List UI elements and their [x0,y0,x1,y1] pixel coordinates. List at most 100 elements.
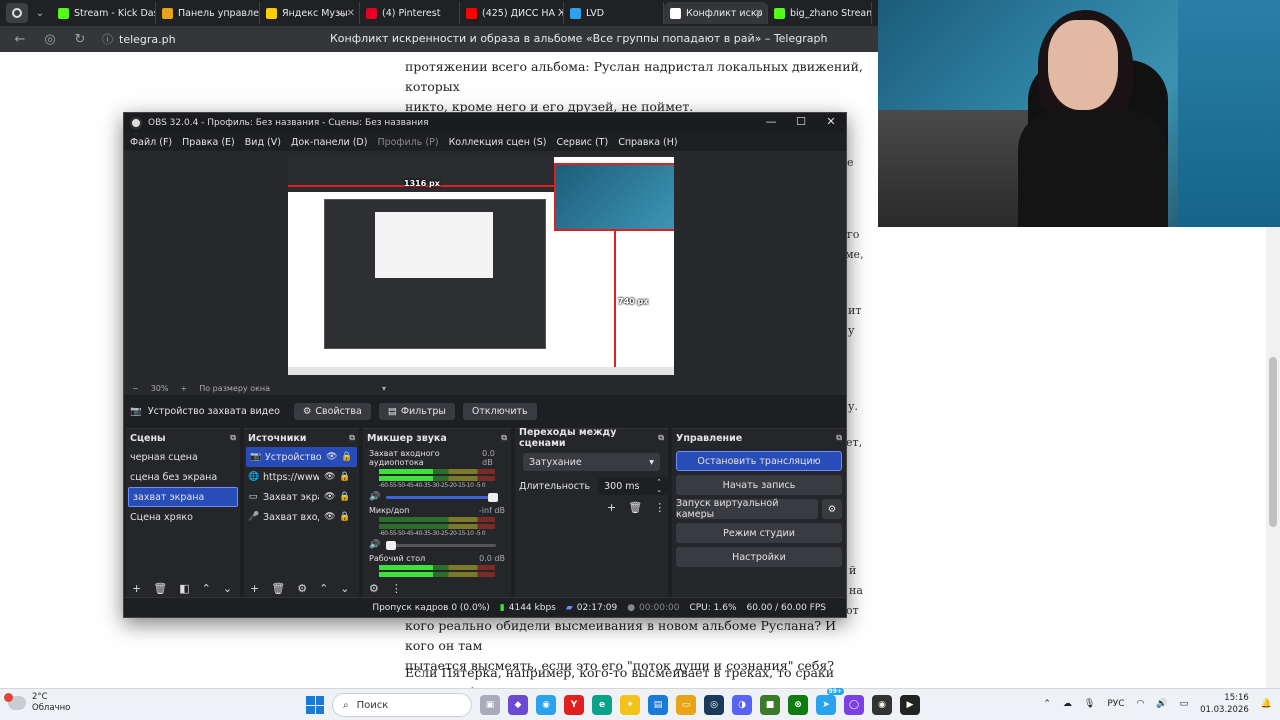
virtual-cam-button[interactable]: Запуск виртуальной камеры [676,498,818,520]
volume-slider[interactable] [386,492,499,502]
trash-icon[interactable]: 🗑 [628,501,642,514]
eye-icon[interactable]: 👁 [326,452,337,462]
fit-mode[interactable]: По размеру окна [199,384,270,393]
trash-icon[interactable]: 🗑 [271,582,285,595]
zoom-in-button[interactable]: + [180,384,187,393]
undock-icon[interactable]: ⧉ [501,433,507,443]
media-player-icon[interactable]: ▶ [900,695,920,715]
app-icon[interactable]: ◯ [844,695,864,715]
scene-item[interactable]: захват экрана [128,487,238,507]
scene-item[interactable]: Сцена хряко [126,507,240,527]
cloud-tray-icon[interactable]: ☁ [1063,699,1072,709]
add-icon[interactable]: + [607,501,616,514]
browser-tab[interactable]: Конфликт искр ✕ [664,2,768,24]
reload-icon[interactable]: ↻ [72,32,88,47]
browser-tab[interactable]: (425) ДИСС НА Ж [460,2,564,24]
eye-icon[interactable]: 👁 [324,492,335,502]
disable-button[interactable]: Отключить [462,402,537,420]
scrollbar-thumb[interactable] [1269,357,1277,527]
obs-menu-item[interactable]: Коллекция сцен (S) [449,137,547,148]
obs-titlebar[interactable]: OBS 32.0.4 - Профиль: Без названия - Сце… [124,113,846,133]
move-up-icon[interactable]: ⌃ [319,582,328,595]
volume-slider[interactable] [386,540,497,550]
move-down-icon[interactable]: ⌄ [340,582,349,595]
taskbar-search[interactable]: ⌕ Поиск [332,693,472,717]
microphone-icon[interactable]: 🎙 [1084,699,1095,709]
undock-icon[interactable]: ⧉ [230,433,236,443]
page-scrollbar[interactable] [1266,227,1280,688]
duration-input[interactable]: 300 ms ⌃ ⌄ [598,477,668,495]
obs-preview[interactable]: 1316 px 740 px [124,151,846,385]
tab-audio-icon[interactable]: ◂) [338,9,345,18]
volume-icon[interactable]: 🔊 [1156,699,1167,709]
shield-icon[interactable]: ◎ [42,32,58,47]
discord-icon[interactable]: ◑ [732,695,752,715]
properties-button[interactable]: ⚙ Свойства [293,402,371,420]
back-arrow-icon[interactable]: ← [12,32,28,47]
obs-menu-item[interactable]: Сервис (T) [556,137,608,148]
browser-tab[interactable]: Панель управлен [156,2,260,24]
lock-icon[interactable]: 🔒 [339,492,350,502]
app-icon[interactable]: ✦ [620,695,640,715]
speaker-icon[interactable]: 🔊 [369,540,380,550]
canvas-webcam-source[interactable] [554,163,674,231]
undock-icon[interactable]: ⧉ [836,433,842,443]
browser-tab[interactable]: LVD [564,2,664,24]
gear-icon[interactable]: ⚙ [297,582,307,595]
stepper-icon[interactable]: ⌃ ⌄ [656,478,662,494]
slider-knob[interactable] [488,492,499,502]
undock-icon[interactable]: ⧉ [658,433,664,443]
store-icon[interactable]: ▤ [648,695,668,715]
mixer-settings-icon[interactable]: ⚙ [369,582,379,595]
preview-canvas[interactable]: 1316 px 740 px [288,157,674,375]
steam-icon[interactable]: ◎ [704,695,724,715]
eye-icon[interactable]: 👁 [324,472,335,482]
folder-icon[interactable]: ▭ [676,695,696,715]
obs-menu-item[interactable]: Справка (H) [618,137,677,148]
chat-icon[interactable]: ◉ [536,695,556,715]
slider-knob[interactable] [386,540,397,550]
windows-start-icon[interactable] [306,696,324,714]
scene-item[interactable]: сцена без экрана [126,467,240,487]
filters-button[interactable]: ▤ Фильтры [378,402,455,420]
move-down-icon[interactable]: ⌄ [223,582,232,595]
virtual-cam-gear-icon[interactable]: ⚙ [822,499,842,519]
scene-item[interactable]: черная сцена [126,447,240,467]
studio-mode-button[interactable]: Режим студии [676,523,842,543]
site-url[interactable]: ⓘ telegra.ph [102,31,176,47]
source-item[interactable]: ▭ Захват экран 👁 🔒 [244,487,359,507]
add-icon[interactable]: + [132,582,141,595]
source-item[interactable]: 🌐https://www.c 👁 🔒 [244,467,359,487]
undock-icon[interactable]: ⧉ [349,433,355,443]
fit-dropdown-icon[interactable]: ▾ [382,384,386,393]
start-record-button[interactable]: Начать запись [676,475,842,495]
tab-close-icon[interactable]: ✕ [347,8,355,19]
maximize-icon[interactable]: ☐ [786,115,816,128]
telegram-icon[interactable]: ➤ 99+ [816,688,844,715]
app-icon[interactable]: ◆ [508,695,528,715]
obs-menu-item[interactable]: Правка (E) [182,137,235,148]
browser-tab[interactable]: big_zhano Stream [768,2,872,24]
lock-icon[interactable]: 🔒 [339,512,350,522]
menu-icon[interactable]: ⋮ [654,501,665,514]
minimize-icon[interactable]: — [756,115,786,128]
lock-icon[interactable]: 🔒 [341,452,352,462]
add-icon[interactable]: + [250,582,259,595]
obs-menu-item[interactable]: Вид (V) [245,137,281,148]
scene-filter-icon[interactable]: ◧ [179,582,189,595]
lock-icon[interactable]: 🔒 [339,472,350,482]
source-item[interactable]: 🎤Захват входн 👁 🔒 [244,507,359,527]
notification-bell-icon[interactable]: 🔔 [1261,699,1272,709]
stop-stream-button[interactable]: Остановить трансляцию [676,451,842,471]
obs-menu-item[interactable]: Док-панели (D) [291,137,367,148]
move-up-icon[interactable]: ⌃ [202,582,211,595]
browser-logo-icon[interactable] [6,3,28,23]
mixer-menu-icon[interactable]: ⋮ [391,582,402,595]
tab-close-icon[interactable]: ✕ [755,8,763,19]
minecraft-icon[interactable]: ■ [760,695,780,715]
close-icon[interactable]: ✕ [816,115,846,128]
browser-tab[interactable]: Stream - Kick Dash [52,2,156,24]
source-item[interactable]: 📷Устройство з 👁 🔒 [246,447,357,467]
tab-list-chevron-icon[interactable]: ⌄ [32,8,48,19]
eye-icon[interactable]: 👁 [324,512,335,522]
